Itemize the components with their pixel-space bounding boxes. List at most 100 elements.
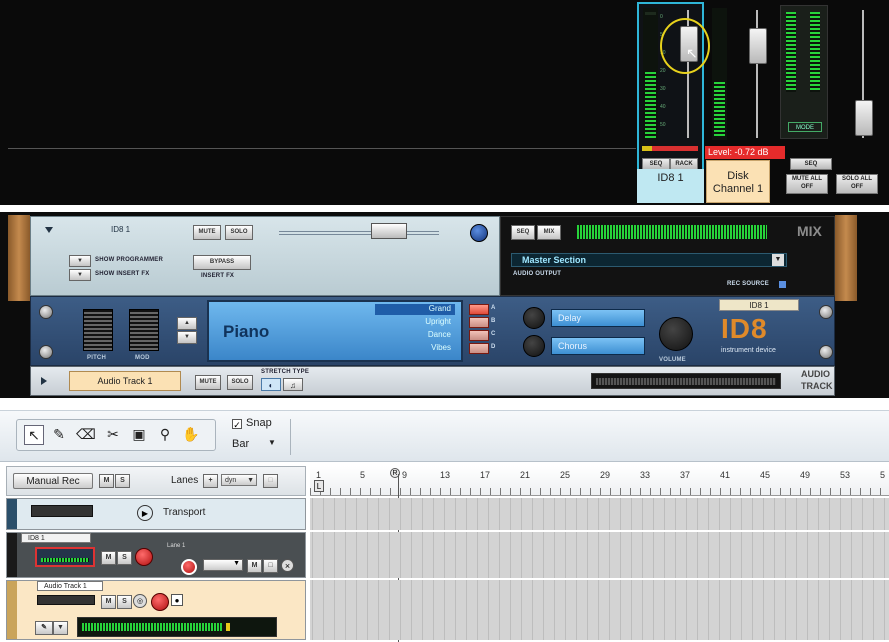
stretch-mono-button[interactable]: ◐ — [261, 378, 281, 391]
add-lane-button[interactable]: + — [203, 474, 218, 488]
mix-mix-button[interactable]: MIX — [537, 225, 561, 240]
volume-knob[interactable] — [659, 317, 693, 351]
audio-solo-track-button[interactable]: S — [117, 595, 132, 609]
left-locator-label: L — [316, 482, 322, 491]
ruler-bar-33: 33 — [640, 470, 651, 480]
show-insert-fx-toggle[interactable]: ▼ — [69, 269, 91, 281]
audio-mute-button[interactable]: MUTE — [195, 375, 221, 390]
audio-record-enable-button[interactable] — [151, 593, 169, 611]
lane-transport[interactable] — [310, 498, 889, 530]
audio-track-name: Audio Track 1 — [97, 376, 153, 386]
hand-icon[interactable]: ✋ — [182, 425, 200, 443]
mixer-panel: 0 5 10 20 30 40 50 ↖ SEQ RACK ID8 1 Leve… — [0, 0, 889, 205]
eraser-icon[interactable]: ⌫ — [76, 425, 96, 443]
mute-all-off-button[interactable]: MUTE ALL OFF — [786, 174, 828, 194]
mute-tool-icon[interactable]: ▣ — [130, 425, 148, 443]
id8-solo-button[interactable]: S — [117, 551, 132, 565]
mix-solo-button[interactable]: SOLO — [225, 225, 253, 240]
audio-track-level — [37, 595, 95, 605]
mix-level-slider[interactable] — [371, 223, 407, 239]
patch-up-button[interactable]: ▲ — [177, 317, 197, 330]
mix-seq-button[interactable]: SEQ — [511, 225, 535, 240]
expand-arrow-icon[interactable] — [41, 377, 47, 385]
id8-track-meter — [35, 547, 95, 567]
pencil-icon[interactable]: ✎ — [50, 425, 68, 443]
preset-label-d: D — [491, 344, 496, 350]
category-vibes[interactable]: Vibes — [375, 343, 455, 354]
mouse-cursor-icon: ↖ — [686, 45, 698, 61]
show-programmer-toggle[interactable]: ▼ — [69, 255, 91, 267]
ruler-bar-9: 9 — [402, 470, 408, 480]
pitch-wheel[interactable] — [83, 309, 113, 351]
master-seq-button[interactable]: SEQ — [790, 158, 832, 170]
lane-audio[interactable] — [310, 580, 889, 640]
volume-fader-disk[interactable] — [749, 28, 767, 64]
mod-wheel[interactable] — [129, 309, 159, 351]
transport-icon: ▶ — [137, 505, 153, 521]
ruler-bar-49: 49 — [800, 470, 811, 480]
rec-source-indicator[interactable] — [779, 281, 786, 288]
snap-value: Bar — [232, 438, 250, 450]
track-color-bar — [7, 533, 17, 577]
id8-mute-button[interactable]: M — [101, 551, 116, 565]
razor-icon[interactable]: ✂ — [104, 425, 122, 443]
left-locator-marker[interactable]: L — [314, 480, 324, 492]
audio-solo-button[interactable]: SOLO — [227, 375, 253, 390]
audio-edit-button[interactable]: ✎ — [35, 621, 53, 635]
audio-input-icon[interactable]: ● — [171, 594, 183, 606]
bypass-button[interactable]: BYPASS — [193, 255, 251, 270]
track-transport[interactable]: ▶ Transport — [6, 498, 306, 530]
preset-tab-c[interactable] — [469, 330, 489, 341]
mixer-divider — [8, 148, 636, 149]
lane-record-button[interactable] — [181, 559, 197, 575]
magnify-icon[interactable]: ⚲ — [156, 425, 174, 443]
audio-mute-track-button[interactable]: M — [101, 595, 116, 609]
snap-checkbox[interactable]: ✓ — [232, 419, 242, 430]
preset-tab-d[interactable] — [469, 343, 489, 354]
patch-down-button[interactable]: ▼ — [177, 331, 197, 344]
rack-screw — [819, 305, 833, 319]
id8-subtitle: instrument device — [721, 347, 776, 354]
mix-pan-knob[interactable] — [470, 224, 488, 242]
lanes-dropdown[interactable]: dyn ▼ — [221, 474, 257, 486]
audio-output-dropdown[interactable]: Master Section ▼ — [511, 253, 787, 267]
lane-mute-button[interactable]: M — [247, 559, 262, 573]
preset-tab-b[interactable] — [469, 317, 489, 328]
ruler-bar-37: 37 — [680, 470, 691, 480]
lane-options-button[interactable]: □ — [263, 559, 278, 573]
master-fader[interactable] — [855, 100, 873, 136]
stretch-poly-button[interactable]: ♫ — [283, 378, 303, 391]
chorus-knob[interactable] — [523, 335, 545, 357]
track-audio[interactable]: Audio Track 1 M S ◎ ● ✎ ▼ — [6, 580, 306, 640]
id8-record-enable-button[interactable] — [135, 548, 153, 566]
snap-value-dropdown[interactable]: Bar ▼ — [230, 437, 280, 453]
manual-rec-button[interactable]: Manual Rec — [13, 473, 93, 489]
lane-delete-icon[interactable]: × — [281, 559, 294, 572]
lane-id8[interactable] — [310, 532, 889, 578]
track-id8[interactable]: ID8 1 M S Lane 1 ▼ M □ × — [6, 532, 306, 578]
lane-dropdown[interactable]: ▼ — [203, 559, 243, 571]
category-dance[interactable]: Dance — [375, 330, 455, 341]
audio-track-logo-line1: AUDIO — [801, 369, 830, 379]
mute-header-button[interactable]: M — [99, 474, 114, 488]
category-upright[interactable]: Upright — [375, 317, 455, 328]
audio-input-dropdown[interactable]: ▼ — [53, 621, 68, 635]
ruler-bar-21: 21 — [520, 470, 531, 480]
solo-header-button[interactable]: S — [115, 474, 130, 488]
ruler-bar-53: 53 — [840, 470, 851, 480]
preset-label-c: C — [491, 331, 496, 337]
solo-all-off-button[interactable]: SOLO ALL OFF — [836, 174, 878, 194]
mix-pan-slider-track — [279, 231, 439, 235]
audio-monitor-icon[interactable]: ◎ — [133, 594, 147, 608]
lane-options-button[interactable]: □ — [263, 474, 278, 488]
selection-arrow-icon[interactable]: ↖ — [24, 425, 44, 445]
preset-tab-a[interactable] — [469, 304, 489, 315]
patch-display: Piano Grand Upright Dance Vibes — [207, 300, 463, 362]
ruler-bar-17: 17 — [480, 470, 491, 480]
lanes-label: Lanes — [171, 475, 199, 486]
collapse-arrow-icon[interactable] — [45, 227, 53, 233]
audio-track-device: Audio Track 1 MUTE SOLO STRETCH TYPE ◐ ♫… — [30, 366, 835, 396]
delay-knob[interactable] — [523, 307, 545, 329]
category-grand[interactable]: Grand — [375, 304, 455, 315]
mix-mute-button[interactable]: MUTE — [193, 225, 221, 240]
